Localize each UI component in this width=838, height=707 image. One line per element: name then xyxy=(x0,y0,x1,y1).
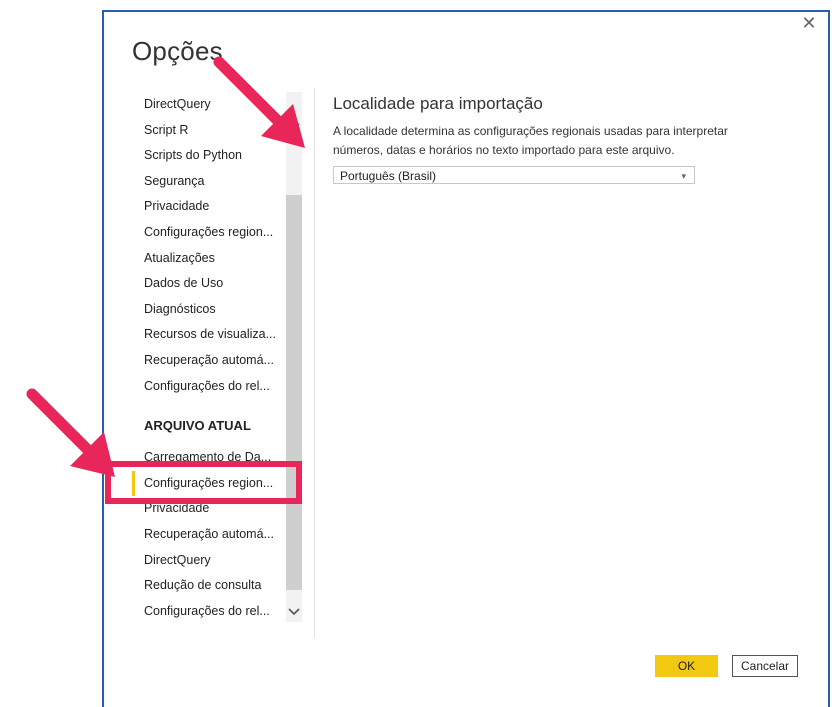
close-icon[interactable]: ✕ xyxy=(800,14,818,32)
description-line-2: números, datas e horários no texto impor… xyxy=(333,143,675,157)
nav-item-report-settings[interactable]: Configurações do rel... xyxy=(132,374,302,400)
screen: ✕ Opções DirectQuery Script R Scripts do… xyxy=(0,0,838,707)
scrollbar-thumb[interactable] xyxy=(286,195,302,590)
nav-item-data-load[interactable]: Carregamento de Da... xyxy=(132,445,302,471)
cancel-button[interactable]: Cancelar xyxy=(732,655,798,677)
nav-item-regional-settings[interactable]: Configurações region... xyxy=(132,220,302,246)
nav-item-preview-features[interactable]: Recursos de visualiza... xyxy=(132,322,302,348)
nav-item-current-regional-settings[interactable]: Configurações region... xyxy=(132,470,302,497)
nav-item-current-directquery[interactable]: DirectQuery xyxy=(132,548,302,574)
nav-item-usage-data[interactable]: Dados de Uso xyxy=(132,271,302,297)
nav-item-script-r[interactable]: Script R xyxy=(132,118,302,144)
chevron-down-icon[interactable] xyxy=(286,604,302,620)
section-heading: Localidade para importação xyxy=(333,94,543,113)
description-line-1: A localidade determina as configurações … xyxy=(333,124,728,138)
nav-item-auto-recovery[interactable]: Recuperação automá... xyxy=(132,348,302,374)
ok-button[interactable]: OK xyxy=(655,655,718,677)
locale-select[interactable]: Português (Brasil) ▾ xyxy=(333,166,695,184)
dialog-title: Opções xyxy=(132,36,223,66)
nav-item-query-reduction[interactable]: Redução de consulta xyxy=(132,573,302,599)
nav-item-python-scripts[interactable]: Scripts do Python xyxy=(132,143,302,169)
panel-divider xyxy=(314,88,315,638)
nav-item-directquery[interactable]: DirectQuery xyxy=(132,92,302,118)
options-dialog: ✕ Opções DirectQuery Script R Scripts do… xyxy=(102,10,830,707)
locale-select-value: Português (Brasil) xyxy=(340,169,437,183)
nav-item-current-report-settings[interactable]: Configurações do rel... xyxy=(132,599,302,622)
nav-section-current-file: ARQUIVO ATUAL xyxy=(144,418,251,434)
nav-scrollbar[interactable] xyxy=(286,92,302,622)
options-nav: DirectQuery Script R Scripts do Python S… xyxy=(132,92,302,622)
settings-panel: Localidade para importação A localidade … xyxy=(333,94,803,184)
chevron-up-icon[interactable] xyxy=(286,114,302,130)
nav-item-updates[interactable]: Atualizações xyxy=(132,246,302,272)
nav-item-security[interactable]: Segurança xyxy=(132,169,302,195)
nav-item-current-auto-recovery[interactable]: Recuperação automá... xyxy=(132,522,302,548)
section-description: A localidade determina as configurações … xyxy=(333,122,803,160)
nav-item-privacy[interactable]: Privacidade xyxy=(132,194,302,220)
nav-item-current-privacy[interactable]: Privacidade xyxy=(132,496,302,522)
chevron-down-icon: ▾ xyxy=(681,171,686,181)
nav-item-diagnostics[interactable]: Diagnósticos xyxy=(132,297,302,323)
